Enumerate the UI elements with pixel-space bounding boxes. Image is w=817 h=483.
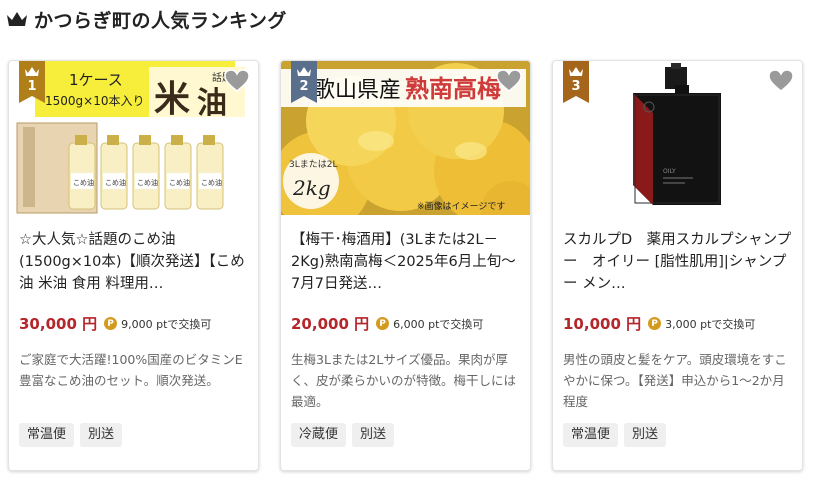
bottle-label: こめ油 [73, 178, 94, 187]
bottle-label: こめ油 [105, 178, 126, 187]
bottle-label: こめ油 [137, 178, 158, 187]
product-description: 男性の頭皮と髪をケア。頭皮環境をすこやかに保つ。【発送】申込から1～2か月程度 [563, 352, 787, 409]
ranking-header: かつらぎ町の人気ランキング [6, 6, 287, 32]
banner-text-2: 熟南高梅 [405, 74, 501, 103]
rank-number: 3 [571, 79, 581, 94]
points-text: 6,000 ptで交換可 [393, 317, 484, 331]
rank-badge: 3 [563, 61, 589, 103]
rank-badge: 1 [19, 61, 45, 103]
tag-list: 常温便 別送 [19, 423, 123, 447]
heart-icon[interactable] [768, 68, 794, 94]
crown-icon [7, 12, 27, 26]
tag: 別送 [352, 423, 395, 447]
point-coin-icon: P [376, 317, 390, 330]
product-title[interactable]: 【梅干･梅酒用】(3Lまたは2L－2Kg)熟南高梅＜2025年6月上旬～7月7日… [291, 229, 523, 295]
points-text: 9,000 ptで交換可 [121, 317, 212, 331]
rank-number: 2 [299, 79, 309, 94]
product-description: ご家庭で大活躍!100%国産のビタミンE豊富なこめ油のセット。順次発送。 [19, 352, 243, 388]
image-note: ※画像はイメージです [417, 200, 505, 212]
tag-list: 常温便 別送 [563, 423, 667, 447]
heart-icon[interactable] [224, 68, 250, 94]
product-image[interactable]: 1ケース 1500g×10本入り 話題の 米 油 [9, 61, 258, 215]
tag: 別送 [80, 423, 123, 447]
price-row: 10,000 円 P 3,000 ptで交換可 [563, 313, 755, 334]
tag: 冷蔵便 [291, 423, 347, 447]
point-coin-icon: P [648, 317, 662, 330]
points-text: 3,000 ptで交換可 [665, 317, 756, 331]
tag: 別送 [624, 423, 667, 447]
tag: 常温便 [19, 423, 75, 447]
product-title[interactable]: スカルプD 薬用スカルプシャンプー オイリー [脂性肌用]|シャンプー メン… [563, 229, 795, 295]
price: 10,000 円 [563, 315, 642, 333]
price: 30,000 円 [19, 315, 98, 333]
ranking-card[interactable]: 歌山県産 熟南高梅 3Lまたは2L 2kg ※画像はイメージです 2 【梅干･梅… [280, 60, 531, 471]
tag-list: 冷蔵便 別送 [291, 423, 395, 447]
product-description: 生梅3Lまたは2Lサイズ優品。果肉が厚く、皮が柔らかいのが特徴。梅干しには最適。 [291, 352, 517, 409]
bottle-label: OILY [663, 168, 676, 175]
point-coin-icon: P [104, 317, 118, 330]
banner-text-1: 歌山県産 [313, 78, 401, 103]
price: 20,000 円 [291, 315, 370, 333]
product-image[interactable]: 歌山県産 熟南高梅 3Lまたは2L 2kg ※画像はイメージです [281, 61, 530, 215]
price-row: 30,000 円 P 9,000 ptで交換可 [19, 313, 211, 334]
big-text: 米 [154, 79, 190, 120]
banner-text: 1ケース [69, 71, 123, 89]
ranking-card[interactable]: OILY 3 スカルプD 薬用スカルプシャンプー オイリー [脂性肌用]|シャン… [552, 60, 803, 471]
size-label: 3Lまたは2L [289, 159, 337, 170]
product-title[interactable]: ☆大人気☆話題のこめ油(1500g×10本)【順次発送】【こめ油 米油 食用 料… [19, 229, 251, 295]
weight-label: 2kg [292, 176, 331, 200]
bottle-label: こめ油 [201, 178, 222, 187]
bottle-label: こめ油 [169, 178, 190, 187]
page-title: かつらぎ町の人気ランキング [34, 9, 287, 32]
product-image[interactable]: OILY [553, 61, 802, 215]
tag: 常温便 [563, 423, 619, 447]
rank-number: 1 [27, 79, 37, 94]
big-text-2: 油 [197, 86, 227, 121]
rank-badge: 2 [291, 61, 317, 103]
banner-sub: 1500g×10本入り [45, 94, 144, 108]
price-row: 20,000 円 P 6,000 ptで交換可 [291, 313, 483, 334]
ranking-card[interactable]: 1ケース 1500g×10本入り 話題の 米 油 [8, 60, 259, 471]
heart-icon[interactable] [496, 68, 522, 94]
